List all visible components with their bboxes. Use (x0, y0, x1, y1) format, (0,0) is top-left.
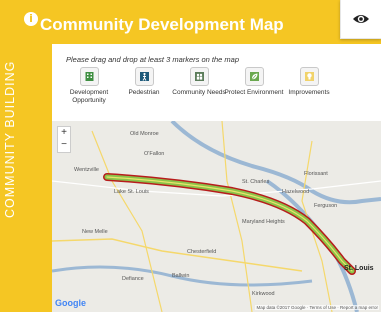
map-place-label: Defiance (122, 276, 144, 282)
map-attribution: Map data ©2017 Google · Terms of Use · R… (255, 305, 379, 310)
zoom-control[interactable]: + − (57, 126, 71, 153)
marker-label: Pedestrian (128, 89, 160, 96)
sidebar-label: COMMUNITY BUILDING (3, 60, 17, 218)
map-place-label: O'Fallon (144, 151, 165, 157)
map-place-label: Lake St. Louis (114, 189, 149, 195)
page-title: Community Development Map (40, 15, 284, 34)
map-place-label: Ballwin (172, 273, 190, 279)
map-place-label: Florissant (304, 171, 328, 177)
building-icon (79, 67, 99, 86)
marker-palette: Development Opportunity Pedestrian Commu… (58, 67, 381, 123)
marker-label: Improvements (288, 89, 330, 96)
marker-protect-environment[interactable]: Protect Environment (223, 67, 285, 97)
marker-community-needs[interactable]: Community Needs (168, 67, 230, 97)
map-place-label: Wentzville (74, 167, 99, 173)
map-place-label: New Melle (82, 229, 108, 235)
marker-label: Community Needs (172, 89, 226, 96)
marker-label: Protect Environment (224, 89, 284, 96)
map-place-label: Kirkwood (252, 291, 275, 297)
community-needs-icon (189, 67, 209, 86)
sidebar: COMMUNITY BUILDING (0, 44, 34, 312)
toggle-visibility-button[interactable] (340, 0, 381, 39)
map-place-label: Hazelwood (282, 189, 310, 195)
marker-development-opportunity[interactable]: Development Opportunity (58, 67, 120, 105)
marker-improvements[interactable]: Improvements (278, 67, 340, 97)
map-place-label: St. Charles (242, 179, 270, 185)
map-roads (52, 121, 381, 312)
marker-pedestrian[interactable]: Pedestrian (113, 67, 175, 97)
zoom-out-button[interactable]: − (58, 139, 70, 151)
marker-label: Development Opportunity (69, 89, 109, 104)
community-map-panel: i Community Development Map COMMUNITY BU… (0, 0, 381, 312)
zoom-in-button[interactable]: + (58, 127, 70, 139)
map-canvas[interactable]: + − Old Monroe O'Fallon Wentzville Lake … (52, 121, 381, 312)
panel-header: Community Development Map (36, 6, 381, 44)
map-place-label: Maryland Heights (242, 219, 285, 225)
google-logo: Google (55, 298, 86, 308)
map-place-label: Old Monroe (130, 131, 159, 137)
map-place-label: Chesterfield (187, 249, 217, 255)
city-label: St. Louis (344, 265, 374, 272)
map-widget: Please drag and drop at least 3 markers … (52, 44, 381, 312)
leaf-icon (244, 67, 264, 86)
map-place-label: Ferguson (314, 203, 338, 209)
instructions-text: Please drag and drop at least 3 markers … (66, 55, 240, 64)
eye-icon (353, 15, 369, 23)
lightbulb-icon (299, 67, 319, 86)
pedestrian-icon (134, 67, 154, 86)
